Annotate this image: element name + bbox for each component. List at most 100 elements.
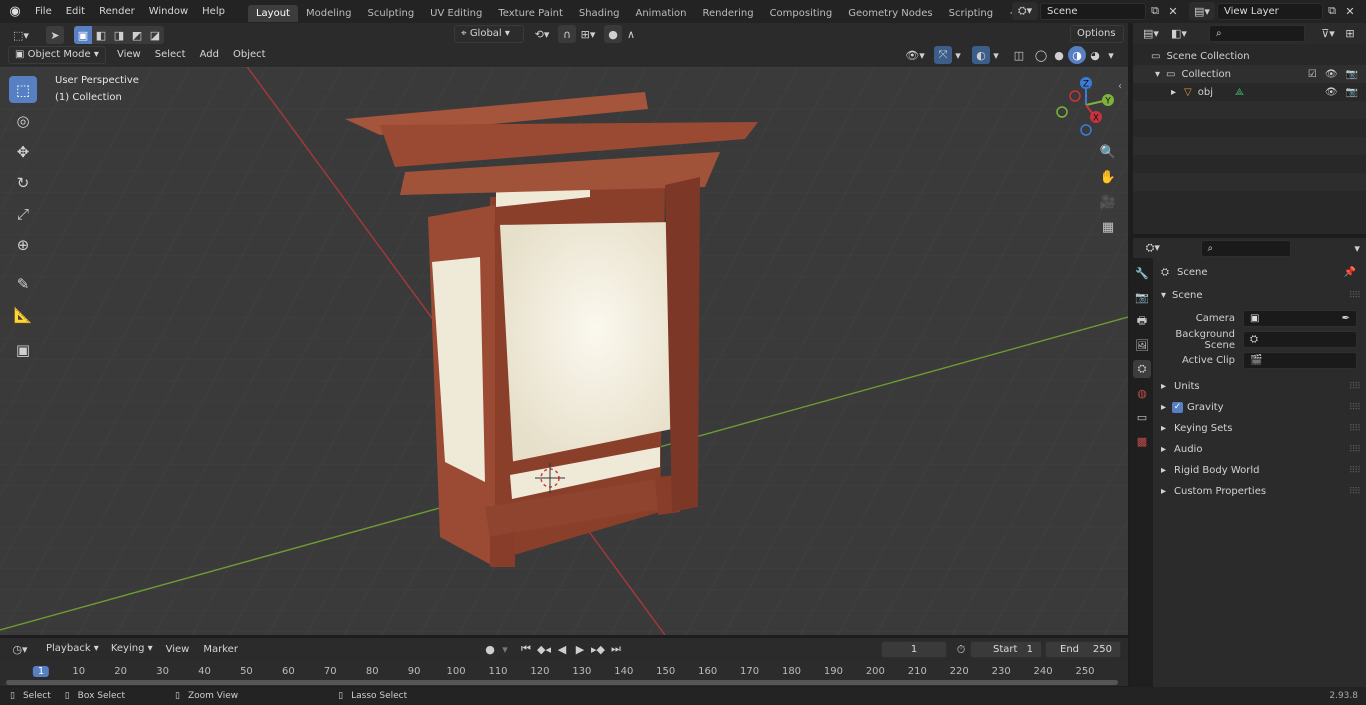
tab-uv-editing[interactable]: UV Editing <box>422 5 490 22</box>
tab-texture-paint[interactable]: Texture Paint <box>490 5 571 22</box>
transform-orientation-dropdown[interactable]: ⌖ Global ▾ <box>454 25 524 43</box>
outliner-row-collection[interactable]: ▾ ▭ Collection ☑ 👁 📷 <box>1133 65 1366 83</box>
copy-view-layer-icon[interactable]: ⧉ <box>1323 2 1341 20</box>
perspective-toggle-icon[interactable]: ▦ <box>1097 216 1119 238</box>
menu-edit[interactable]: Edit <box>59 0 92 23</box>
jump-end-icon[interactable]: ⏭ <box>607 640 625 658</box>
properties-editor-icon[interactable]: ⛭▾ <box>1139 239 1167 257</box>
render-tab-icon[interactable]: 📷 <box>1133 288 1151 306</box>
move-tool[interactable]: ✥ <box>9 138 37 165</box>
tool-tab-icon[interactable]: 🔧 <box>1133 264 1151 282</box>
properties-search-input[interactable]: ⌕ <box>1200 239 1292 257</box>
tab-shading[interactable]: Shading <box>571 5 628 22</box>
next-keyframe-icon[interactable]: ▸◆ <box>589 640 607 658</box>
filter-icon[interactable]: ⊽▾ <box>1315 25 1341 43</box>
current-frame-field[interactable]: 1 <box>881 641 947 658</box>
blender-logo-icon[interactable]: ◉ <box>6 3 24 21</box>
gizmo-toggle-icon[interactable]: ⤧ <box>934 46 952 64</box>
overlay-dropdown-icon[interactable]: ▾ <box>990 46 1002 64</box>
sidebar-toggle-icon[interactable]: ‹ <box>1118 81 1122 92</box>
output-tab-icon[interactable]: 🖶 <box>1133 312 1151 330</box>
tab-rendering[interactable]: Rendering <box>694 5 761 22</box>
camera-view-icon[interactable]: 🎥 <box>1097 191 1119 213</box>
collapse-arrow-icon[interactable]: ▾ <box>1155 69 1160 80</box>
collection-render-icon[interactable]: 📷 <box>1346 69 1358 80</box>
units-grip-icon[interactable]: ⠿⠿ <box>1349 382 1361 392</box>
view-layer-icon[interactable]: ▤▾ <box>1189 2 1215 20</box>
prev-keyframe-icon[interactable]: ◆◂ <box>535 640 553 658</box>
close-view-layer-icon[interactable]: ✕ <box>1341 2 1359 20</box>
rendered-shading-icon[interactable]: ◕ <box>1086 46 1104 64</box>
obj-visibility-icon[interactable]: 👁 <box>1325 87 1338 98</box>
custom-properties-grip-icon[interactable]: ⠿⠿ <box>1349 487 1361 497</box>
scene-field[interactable]: Scene <box>1040 2 1146 20</box>
texture-tab-icon[interactable]: ▩ <box>1133 432 1151 450</box>
tool-settings-icon[interactable]: ➤ <box>46 26 64 44</box>
world-tab-icon[interactable]: ◍ <box>1133 384 1151 402</box>
properties-options-icon[interactable]: ▾ <box>1348 239 1366 257</box>
record-dropdown-icon[interactable]: ▾ <box>499 640 511 658</box>
outliner-editor-icon[interactable]: ▤▾ <box>1137 25 1165 43</box>
play-icon[interactable]: ▶ <box>571 640 589 658</box>
outliner-row-obj[interactable]: ▸ ▽ obj ⟁ 👁 📷 <box>1133 83 1366 101</box>
outliner-row-scene-collection[interactable]: ▭ Scene Collection <box>1133 47 1366 65</box>
close-scene-icon[interactable]: ✕ <box>1164 2 1182 20</box>
viewport-menu-select[interactable]: Select <box>148 46 193 64</box>
xray-icon[interactable]: ◫ <box>1010 46 1028 64</box>
falloff-icon[interactable]: ∧ <box>622 25 640 43</box>
visibility-eye-icon[interactable]: 👁▾ <box>902 46 928 64</box>
gravity-grip-icon[interactable]: ⠿⠿ <box>1349 403 1361 413</box>
rigid-body-world-panel-header[interactable]: ▸ Rigid Body World ⠿⠿ <box>1153 460 1366 481</box>
active-clip-field[interactable]: 🎬 <box>1243 352 1357 369</box>
scene-icon[interactable]: ⛭▾ <box>1012 2 1038 20</box>
menu-render[interactable]: Render <box>92 0 142 23</box>
scene-panel-header[interactable]: ▾ Scene ⠿⠿ <box>1153 285 1366 306</box>
pivot-point-icon[interactable]: ⟲▾ <box>530 25 554 43</box>
view-layer-field[interactable]: View Layer <box>1217 2 1323 20</box>
menu-window[interactable]: Window <box>142 0 195 23</box>
select-new-icon[interactable]: ▣ <box>74 26 92 44</box>
viewport-menu-object[interactable]: Object <box>226 46 273 64</box>
view-layer-tab-icon[interactable]: 🖼 <box>1133 336 1151 354</box>
snap-target-icon[interactable]: ⊞▾ <box>576 25 600 43</box>
menu-file[interactable]: File <box>28 0 59 23</box>
keying-sets-grip-icon[interactable]: ⠿⠿ <box>1349 424 1361 434</box>
audio-panel-header[interactable]: ▸ Audio ⠿⠿ <box>1153 439 1366 460</box>
audio-grip-icon[interactable]: ⠿⠿ <box>1349 445 1361 455</box>
gravity-checkbox[interactable]: ✓ <box>1172 402 1184 413</box>
tab-layout[interactable]: Layout <box>247 4 298 22</box>
navigation-gizmo[interactable]: Z Y X <box>1053 72 1123 142</box>
editor-type-icon[interactable]: ⬚▾ <box>6 26 36 44</box>
rotate-tool[interactable]: ↻ <box>9 169 37 196</box>
timeline-menu-marker[interactable]: Marker <box>196 641 245 659</box>
3d-viewport[interactable]: User Perspective (1) Collection Z Y X 🔍 … <box>0 67 1128 635</box>
gizmo-dropdown-icon[interactable]: ▾ <box>952 46 964 64</box>
gravity-panel-header[interactable]: ▸ ✓ Gravity ⠿⠿ <box>1153 397 1366 418</box>
units-panel-header[interactable]: ▸ Units ⠿⠿ <box>1153 376 1366 397</box>
select-subtract-icon[interactable]: ◨ <box>110 26 128 44</box>
camera-field[interactable]: ▣ ✒ <box>1243 310 1357 327</box>
jump-start-icon[interactable]: ⏮ <box>517 640 535 658</box>
add-cube-tool[interactable]: ▣ <box>9 336 37 363</box>
current-frame-marker[interactable]: 1 <box>32 666 50 677</box>
viewport-menu-view[interactable]: View <box>110 46 148 64</box>
menu-help[interactable]: Help <box>195 0 232 23</box>
snap-icon[interactable]: ∩ <box>558 25 576 43</box>
rigid-body-grip-icon[interactable]: ⠿⠿ <box>1349 466 1361 476</box>
timeline-area[interactable]: 1 10 20 30 40 50 60 70 80 90 100 110 120 130 140 150 160… <box>0 661 1128 686</box>
copy-scene-icon[interactable]: ⧉ <box>1146 2 1164 20</box>
transform-tool[interactable]: ⊕ <box>9 231 37 258</box>
tab-compositing[interactable]: Compositing <box>762 5 841 22</box>
cursor-tool[interactable]: ◎ <box>9 107 37 134</box>
scale-tool[interactable]: ⤢ <box>9 200 37 227</box>
background-scene-field[interactable]: ⛭ <box>1243 331 1357 348</box>
timeline-menu-view[interactable]: View <box>159 641 197 659</box>
material-preview-icon[interactable]: ◑ <box>1068 46 1086 64</box>
tab-geometry-nodes[interactable]: Geometry Nodes <box>840 5 940 22</box>
zoom-icon[interactable]: 🔍 <box>1097 141 1119 163</box>
pin-icon[interactable]: 📌 <box>1344 267 1356 278</box>
tab-modeling[interactable]: Modeling <box>298 5 360 22</box>
select-extend-icon[interactable]: ◧ <box>92 26 110 44</box>
shading-dropdown-icon[interactable]: ▾ <box>1104 46 1118 64</box>
outliner-search-input[interactable]: ⌕ <box>1209 25 1305 42</box>
